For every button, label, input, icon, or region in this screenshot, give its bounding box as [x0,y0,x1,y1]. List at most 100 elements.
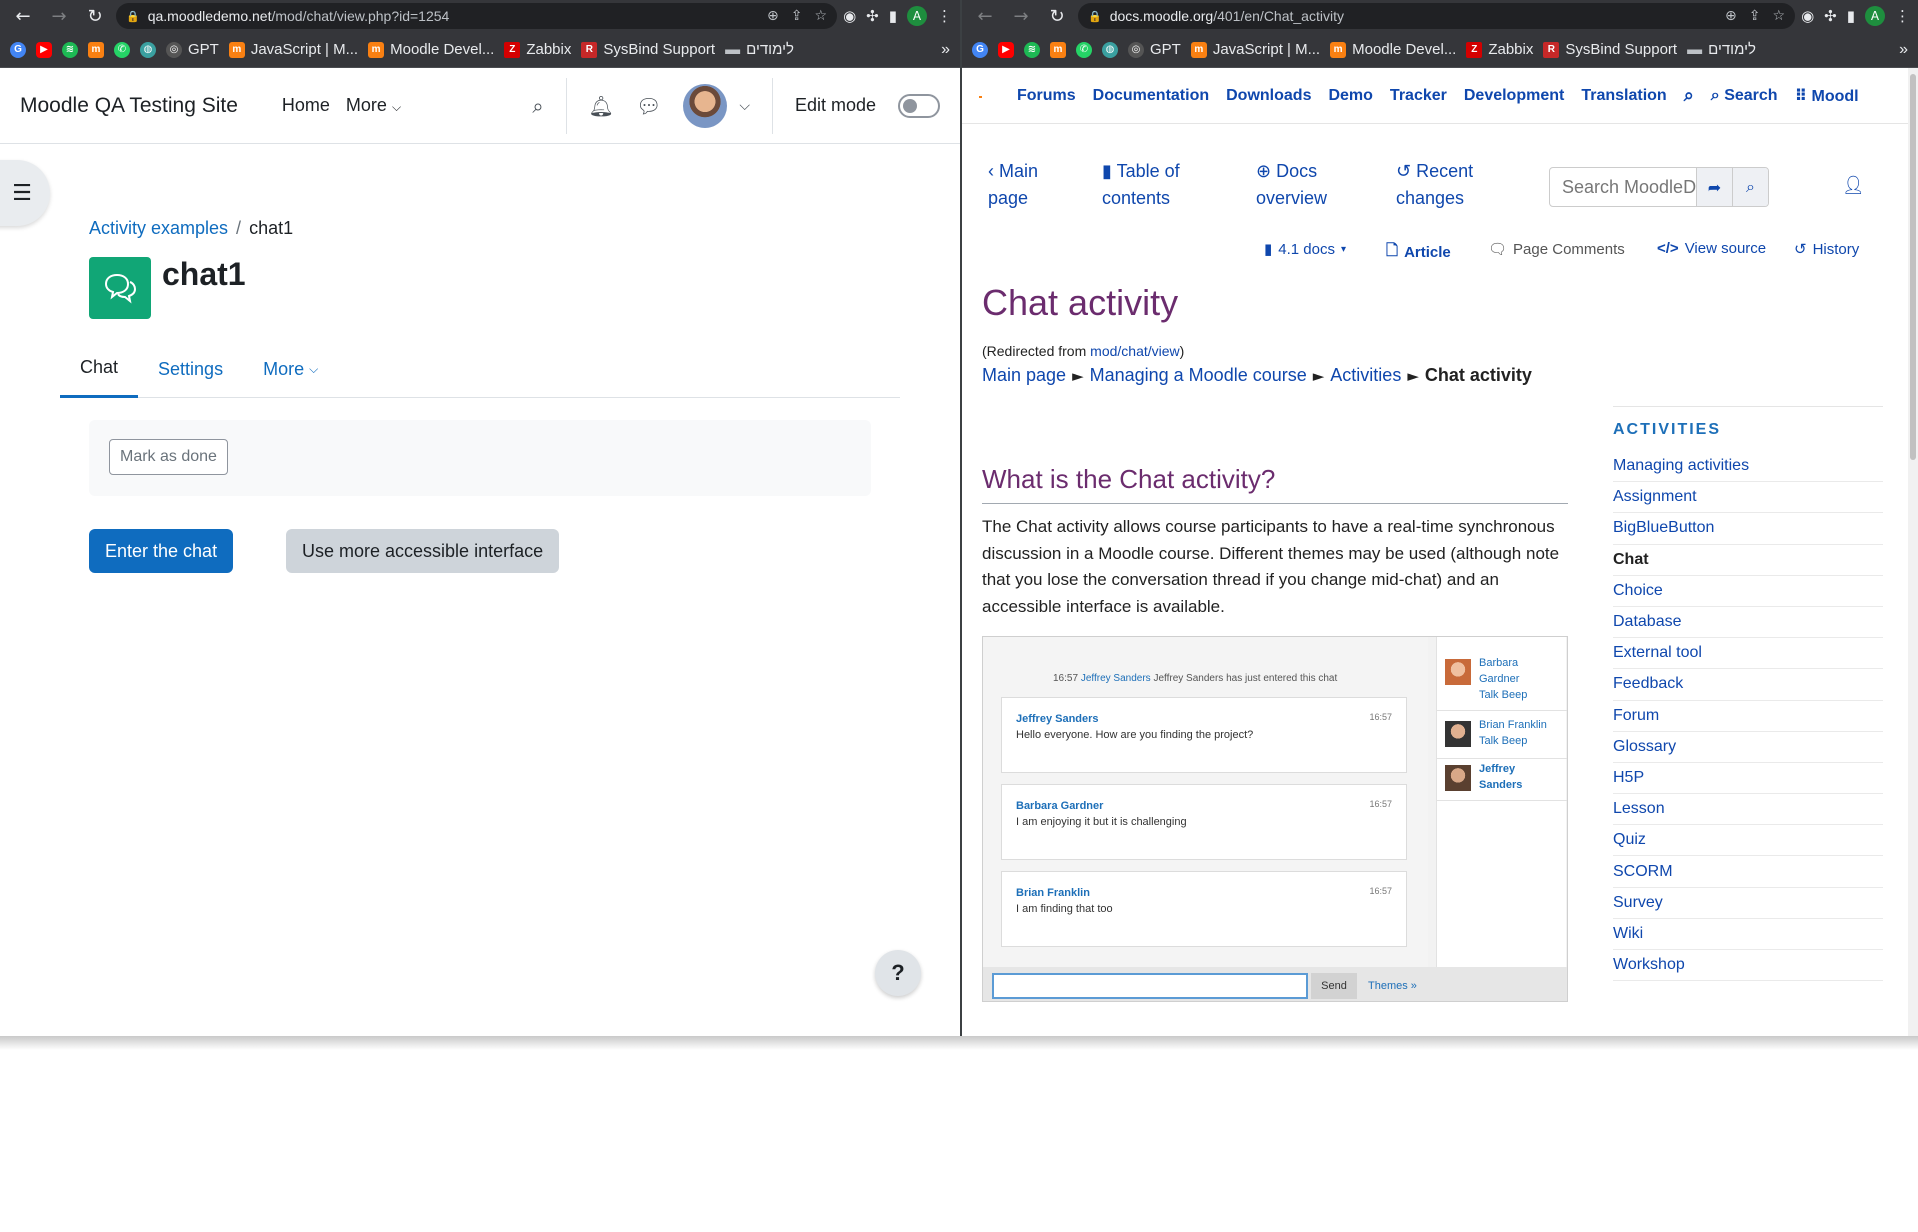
forward-icon[interactable]: → [44,2,74,30]
nav-demo[interactable]: Demo [1328,87,1372,105]
whatsapp-icon[interactable]: ✆ [1076,41,1092,58]
reload-icon[interactable]: ↻ [1042,2,1072,30]
sidepanel-icon[interactable]: ▮ [1847,7,1855,25]
nav-search[interactable]: ⌕ Search [1711,87,1778,105]
bookmarks-overflow-icon[interactable]: » [941,41,950,59]
bookmark-moodle-devel[interactable]: m Moodle Devel... [368,41,494,58]
search-icon[interactable]: ⌕ [532,94,543,118]
menu-kebab-icon[interactable]: ⋮ [1895,7,1910,25]
tab-page-comments[interactable]: 🗨︎ Page Comments [1488,240,1625,259]
sidebar-item-database[interactable]: Database [1613,607,1883,639]
user-icon[interactable]: 👤︎ [1842,175,1865,196]
docs-search-input[interactable]: Search MoodleDc [1550,168,1696,206]
sidebar-item-external-tool[interactable]: External tool [1613,638,1883,670]
sidebar-item-quiz[interactable]: Quiz [1613,825,1883,857]
search-icon[interactable]: ⌕ [1732,168,1768,206]
bookmark-javascript[interactable]: m JavaScript | M... [1190,41,1320,58]
extension-icon[interactable]: ◉ [843,7,856,25]
google-icon[interactable]: G [972,41,988,58]
tab-history[interactable]: ↺ History [1794,240,1859,259]
page-scrollbar[interactable] [1908,68,1918,1036]
extension-icon[interactable]: ◉ [1801,7,1814,25]
nav-downloads[interactable]: Downloads [1226,87,1311,105]
menu-kebab-icon[interactable]: ⋮ [937,7,952,25]
tab-more[interactable]: More ⌵ [243,340,338,398]
sidebar-item-h5p[interactable]: H5P [1613,763,1883,795]
address-bar[interactable]: 🔒 docs.moodle.org/401/en/Chat_activity ⊕… [1078,3,1796,29]
sidebar-item-workshop[interactable]: Workshop [1613,950,1883,982]
zoom-icon[interactable]: ⊕ [1725,8,1737,24]
sidebar-item-bigbluebutton[interactable]: BigBlueButton [1613,513,1883,545]
mark-as-done-button[interactable]: Mark as done [109,439,228,475]
share-icon[interactable]: ⇪ [1749,8,1761,24]
youtube-icon[interactable]: ▶ [36,41,52,58]
bookmark-sysbind[interactable]: R SysBind Support [1543,41,1677,58]
moodle-icon[interactable]: m [88,41,104,58]
back-icon[interactable]: ← [970,2,1000,30]
bookmarks-overflow-icon[interactable]: » [1899,41,1908,59]
bookmark-star-icon[interactable]: ☆ [815,8,828,24]
nav-tracker[interactable]: Tracker [1390,87,1447,105]
messages-icon[interactable]: 💬︎ [636,94,661,118]
sidebar-item-wiki[interactable]: Wiki [1613,919,1883,950]
site-name[interactable]: Moodle QA Testing Site [20,94,238,118]
search-icon[interactable]: ⌕ [1684,85,1694,106]
sidebar-item-scorm[interactable]: SCORM [1613,856,1883,888]
bookmark-gpt[interactable]: ◎ GPT [1128,41,1181,58]
whatsapp-icon[interactable]: ✆ [114,41,130,58]
tool-table-of-contents[interactable]: ▮ Table of contents [1102,158,1180,212]
edit-mode-toggle[interactable] [898,93,940,118]
address-bar[interactable]: 🔒 qa.moodledemo.net/mod/chat/view.php?id… [116,3,838,29]
nav-home[interactable]: Home [282,95,330,116]
bookmark-star-icon[interactable]: ☆ [1773,8,1786,24]
nav-development[interactable]: Development [1464,87,1564,105]
tool-docs-overview[interactable]: ⊕ Docs overview [1256,158,1327,212]
youtube-icon[interactable]: ▶ [998,41,1014,58]
crumb-managing-course[interactable]: Managing a Moodle course [1090,365,1307,385]
spotify-icon[interactable]: ≋ [1024,41,1040,58]
bookmark-sysbind[interactable]: R SysBind Support [581,41,715,58]
back-icon[interactable]: ← [8,2,38,30]
bookmark-zabbix[interactable]: Z Zabbix [504,41,571,58]
spotify-icon[interactable]: ≋ [62,41,78,58]
bookmark-zabbix[interactable]: Z Zabbix [1466,41,1533,58]
sidepanel-icon[interactable]: ▮ [889,7,897,25]
profile-avatar-icon[interactable]: A [1865,6,1885,26]
bookmark-folder[interactable]: ▬ לימודים [1687,41,1756,58]
scrollbar-thumb[interactable] [1910,74,1916,460]
profile-avatar-icon[interactable]: A [907,6,927,26]
sidebar-item-feedback[interactable]: Feedback [1613,669,1883,701]
bookmark-moodle-devel[interactable]: m Moodle Devel... [1330,41,1456,58]
sidebar-item-choice[interactable]: Choice [1613,576,1883,607]
breadcrumb-activity-examples[interactable]: Activity examples [89,218,228,238]
help-button[interactable]: ? [875,950,921,996]
nav-documentation[interactable]: Documentation [1093,87,1209,105]
notification-bell-icon[interactable]: 🔔︎ [589,94,614,118]
tool-main-page[interactable]: ‹ Main page [988,158,1038,212]
site-icon[interactable]: ◍ [140,41,156,58]
sidebar-item-forum[interactable]: Forum [1613,701,1883,732]
tab-view-source[interactable]: </> View source [1657,240,1766,257]
zoom-icon[interactable]: ⊕ [767,8,779,24]
sidebar-item-glossary[interactable]: Glossary [1613,732,1883,763]
nav-moodle-apps[interactable]: ⠿ Moodl [1795,86,1859,106]
user-avatar[interactable] [683,83,728,128]
bookmark-javascript[interactable]: m JavaScript | M... [228,41,358,58]
tab-settings[interactable]: Settings [138,340,243,398]
tab-chat[interactable]: Chat [60,340,139,398]
enter-chat-button[interactable]: Enter the chat [89,529,234,573]
tab-article[interactable]: 🗋 Article [1386,240,1451,265]
bookmark-gpt[interactable]: ◎ GPT [166,41,219,58]
go-arrow-icon[interactable]: ➦ [1696,168,1732,206]
sidebar-item-managing-activities[interactable]: Managing activities [1613,451,1883,483]
puzzle-icon[interactable]: ✣ [1824,7,1837,25]
sidebar-item-lesson[interactable]: Lesson [1613,794,1883,826]
share-icon[interactable]: ⇪ [791,8,803,24]
nav-more[interactable]: More ⌵ [346,95,401,116]
site-icon[interactable]: ◍ [1102,41,1118,58]
redirect-link[interactable]: mod/chat/view [1090,343,1179,359]
sidebar-item-survey[interactable]: Survey [1613,888,1883,919]
version-dropdown[interactable]: ▮ 4.1 docs ▾ [1264,240,1346,259]
sidebar-item-assignment[interactable]: Assignment [1613,482,1883,514]
crumb-main-page[interactable]: Main page [982,365,1066,385]
